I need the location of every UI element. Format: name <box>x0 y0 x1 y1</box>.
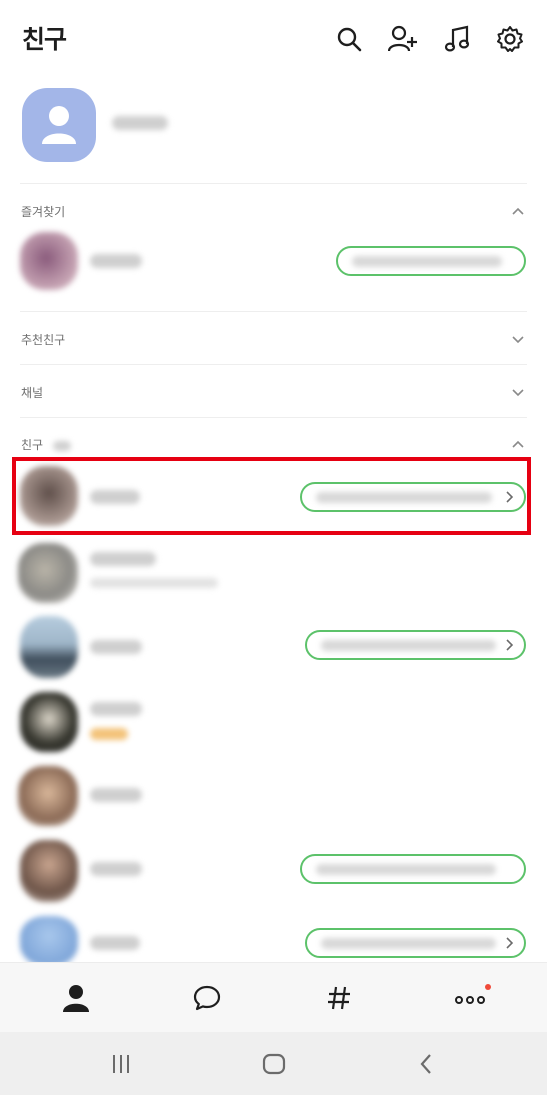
chevron-up-icon[interactable] <box>511 437 525 451</box>
home-icon <box>262 1053 286 1075</box>
music-icon[interactable] <box>442 24 472 54</box>
friend-avatar[interactable] <box>20 232 78 290</box>
chevron-right-icon <box>506 639 514 651</box>
system-nav-bar <box>0 1032 547 1095</box>
hashtag-icon <box>328 986 350 1010</box>
friends-section-label: 친구 <box>21 436 71 453</box>
friend-name <box>90 552 156 566</box>
friend-avatar[interactable] <box>20 916 78 966</box>
more-dots-icon <box>455 984 491 1004</box>
friend-name <box>90 936 140 950</box>
favorite-friend-row[interactable] <box>0 224 547 300</box>
friend-name <box>90 254 142 268</box>
person-filled-icon <box>63 985 89 1012</box>
friend-row[interactable] <box>0 838 547 914</box>
friend-name <box>90 788 142 802</box>
search-icon[interactable] <box>334 24 364 54</box>
channel-section-label[interactable]: 채널 <box>21 384 43 401</box>
friend-row[interactable] <box>0 538 547 614</box>
add-friend-icon[interactable] <box>388 24 418 54</box>
status-message-pill[interactable] <box>300 854 526 884</box>
friend-avatar[interactable] <box>20 692 78 752</box>
divider <box>20 183 527 184</box>
chevron-down-icon[interactable] <box>511 385 525 399</box>
recent-apps-button[interactable] <box>106 1050 136 1078</box>
chat-bubble-icon <box>193 985 221 1011</box>
app-header: 친구 <box>0 0 547 78</box>
recent-apps-icon <box>113 1055 129 1073</box>
default-person-icon <box>42 106 76 144</box>
chevron-down-icon[interactable] <box>511 332 525 346</box>
chevron-right-icon <box>506 937 514 949</box>
friend-avatar[interactable] <box>20 616 78 678</box>
favorites-section-label: 즐겨찾기 <box>21 205 66 219</box>
status-message-pill[interactable] <box>336 246 526 276</box>
divider <box>20 364 527 365</box>
friends-tab[interactable] <box>59 981 93 1015</box>
chats-tab[interactable] <box>190 981 224 1015</box>
friend-status-text <box>90 578 218 588</box>
back-icon <box>420 1054 431 1074</box>
friend-avatar[interactable] <box>18 543 78 603</box>
back-button[interactable] <box>412 1050 442 1078</box>
friend-avatar[interactable] <box>18 766 78 826</box>
my-profile-row[interactable] <box>0 80 547 180</box>
friend-name <box>90 640 142 654</box>
selection-highlight <box>12 457 531 535</box>
home-button[interactable] <box>259 1050 289 1078</box>
openchat-tab[interactable] <box>322 981 356 1015</box>
recommended-section-label[interactable]: 추천친구 <box>21 331 65 348</box>
friend-row[interactable] <box>0 612 547 688</box>
friend-badge <box>90 728 128 740</box>
status-message-pill[interactable] <box>305 630 526 660</box>
friends-count <box>52 440 71 451</box>
settings-icon[interactable] <box>495 24 525 54</box>
bottom-tab-bar <box>0 962 547 1032</box>
friend-row[interactable] <box>0 688 547 764</box>
friends-label-text: 친구 <box>21 438 44 452</box>
divider <box>20 311 527 312</box>
my-avatar[interactable] <box>22 88 96 162</box>
my-name <box>112 116 168 130</box>
friend-row[interactable] <box>0 764 547 840</box>
friend-name <box>90 862 142 876</box>
page-title: 친구 <box>22 25 67 54</box>
friend-name <box>90 702 142 716</box>
notification-badge <box>485 984 491 990</box>
status-message-pill[interactable] <box>305 928 526 958</box>
divider <box>20 417 527 418</box>
friend-avatar[interactable] <box>20 840 78 902</box>
chevron-up-icon[interactable] <box>511 204 525 218</box>
more-tab[interactable] <box>453 981 493 1015</box>
